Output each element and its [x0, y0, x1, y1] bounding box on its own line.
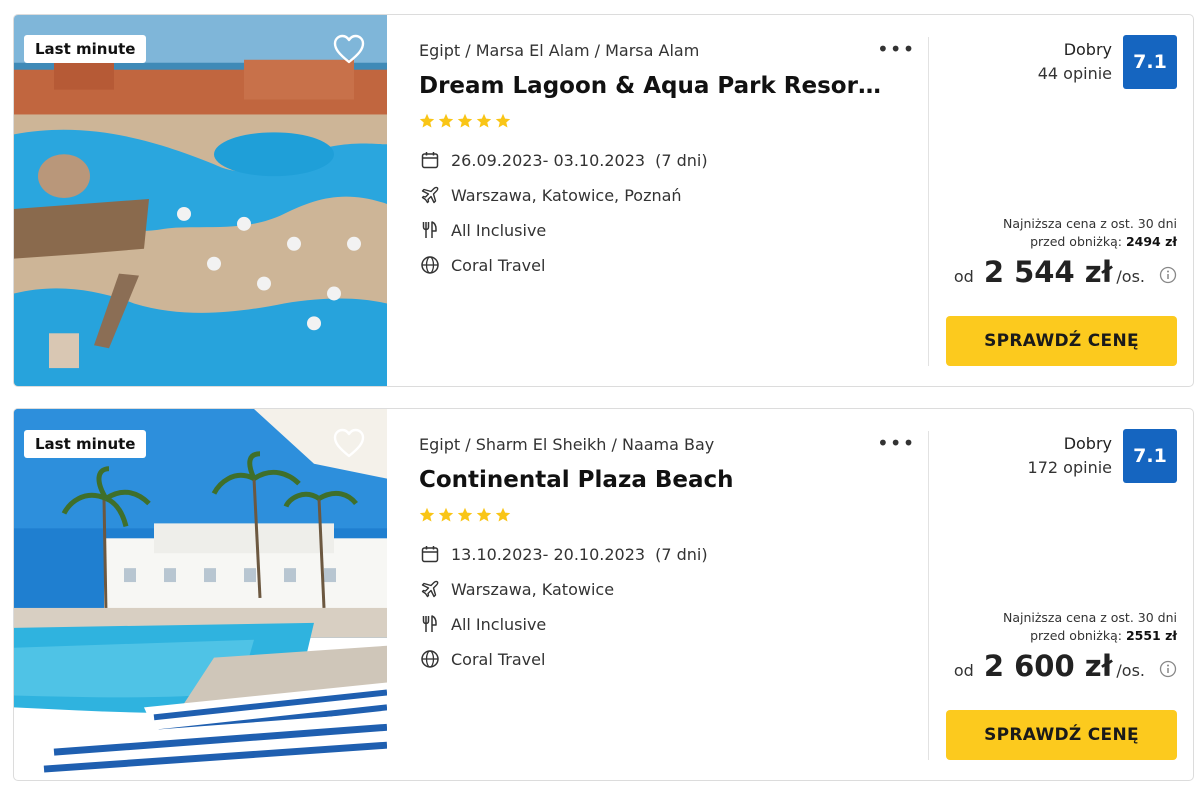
- price-suffix: /os.: [1116, 661, 1145, 680]
- divider: [928, 37, 929, 366]
- star-icon: [438, 507, 454, 522]
- hotel-title[interactable]: Continental Plaza Beach: [419, 467, 889, 493]
- score-badge: 7.1: [1123, 35, 1177, 89]
- board-text: All Inclusive: [451, 614, 547, 634]
- score-badge: 7.1: [1123, 429, 1177, 483]
- departure-cities: Warszawa, Katowice: [419, 578, 614, 600]
- last-minute-badge: Last minute: [24, 35, 147, 63]
- calendar-icon: [419, 543, 441, 565]
- rating-word: Dobry: [1063, 434, 1112, 453]
- lowest-price-value: 2551 zł: [1125, 628, 1177, 643]
- info-circle-icon[interactable]: [1159, 660, 1177, 678]
- star-icon: [419, 113, 435, 128]
- check-price-button[interactable]: SPRAWDŹ CENĘ: [946, 316, 1177, 366]
- price: od 2 600 zł /os.: [954, 649, 1177, 683]
- rating-summary[interactable]: Dobry 44 opinie: [1038, 38, 1112, 86]
- info-circle-icon[interactable]: [1159, 266, 1177, 284]
- star-icon: [476, 507, 492, 522]
- star-icon: [495, 507, 511, 522]
- operator-text: Coral Travel: [451, 255, 546, 275]
- price-prefix: od: [953, 661, 974, 680]
- globe-icon: [419, 648, 441, 670]
- offer-info: Egipt / Sharm El Sheikh / Naama Bay ••• …: [419, 409, 919, 780]
- trip-dates: 26.09.2023- 03.10.2023 (7 dni): [419, 149, 708, 171]
- lowest-price-value: 2494 zł: [1125, 234, 1177, 249]
- lowest-price-line1: Najniższa cena z ost. 30 dni: [1002, 216, 1177, 231]
- plane-icon: [419, 578, 441, 600]
- departure-text: Warszawa, Katowice: [451, 579, 615, 599]
- tour-operator: Coral Travel: [419, 254, 545, 276]
- hotel-photo[interactable]: [14, 409, 387, 780]
- lowest-price-note: Najniższa cena z ost. 30 dni przed obniż…: [1003, 609, 1177, 645]
- rating-word: Dobry: [1063, 40, 1112, 59]
- star-icon: [495, 113, 511, 128]
- star-icon: [457, 507, 473, 522]
- calendar-icon: [419, 149, 441, 171]
- rating-summary[interactable]: Dobry 172 opinie: [1028, 432, 1112, 480]
- breadcrumb[interactable]: Egipt / Sharm El Sheikh / Naama Bay: [419, 435, 714, 454]
- nights-text: (7 dni): [655, 150, 708, 170]
- star-icon: [476, 113, 492, 128]
- price-amount: 2 600 zł: [983, 649, 1113, 683]
- hotel-photo[interactable]: [14, 15, 387, 386]
- plane-icon: [419, 184, 441, 206]
- board-text: All Inclusive: [451, 220, 547, 240]
- star-rating: [419, 507, 511, 523]
- last-minute-badge: Last minute: [24, 430, 147, 458]
- globe-icon: [419, 254, 441, 276]
- offer-card[interactable]: Last minute Egipt / Marsa El Alam / Mars…: [13, 14, 1194, 387]
- lowest-price-prefix: przed obniżką:: [1030, 234, 1122, 249]
- star-icon: [457, 113, 473, 128]
- cutlery-icon: [419, 219, 441, 241]
- trip-dates: 13.10.2023- 20.10.2023 (7 dni): [419, 543, 708, 565]
- hotel-title[interactable]: Dream Lagoon & Aqua Park Resort (…: [419, 73, 889, 99]
- price-prefix: od: [953, 267, 974, 286]
- dates-text: 26.09.2023- 03.10.2023: [451, 150, 646, 170]
- offer-info: Egipt / Marsa El Alam / Marsa Alam ••• D…: [419, 15, 919, 386]
- lowest-price-prefix: przed obniżką:: [1030, 628, 1122, 643]
- price-amount: 2 544 zł: [983, 255, 1113, 289]
- heart-outline-icon[interactable]: [332, 427, 366, 459]
- check-price-button[interactable]: SPRAWDŹ CENĘ: [946, 710, 1177, 760]
- lowest-price-line1: Najniższa cena z ost. 30 dni: [1002, 610, 1177, 625]
- price-suffix: /os.: [1116, 267, 1145, 286]
- star-icon: [438, 113, 454, 128]
- board-type: All Inclusive: [419, 613, 546, 635]
- tour-operator: Coral Travel: [419, 648, 545, 670]
- offer-card[interactable]: Last minute Egipt / Sharm El Sheikh / Na…: [13, 408, 1194, 781]
- star-rating: [419, 113, 511, 129]
- departure-text: Warszawa, Katowice, Poznań: [451, 185, 682, 205]
- divider: [928, 431, 929, 760]
- board-type: All Inclusive: [419, 219, 546, 241]
- breadcrumb[interactable]: Egipt / Marsa El Alam / Marsa Alam: [419, 41, 699, 60]
- more-horizontal-icon[interactable]: •••: [877, 39, 915, 59]
- reviews-count: 172 opinie: [1027, 458, 1112, 477]
- cutlery-icon: [419, 613, 441, 635]
- more-horizontal-icon[interactable]: •••: [877, 433, 915, 453]
- star-icon: [419, 507, 435, 522]
- departure-cities: Warszawa, Katowice, Poznań: [419, 184, 682, 206]
- lowest-price-note: Najniższa cena z ost. 30 dni przed obniż…: [1003, 215, 1177, 251]
- operator-text: Coral Travel: [451, 649, 546, 669]
- reviews-count: 44 opinie: [1037, 64, 1112, 83]
- heart-outline-icon[interactable]: [332, 33, 366, 65]
- price: od 2 544 zł /os.: [954, 255, 1177, 289]
- nights-text: (7 dni): [655, 544, 708, 564]
- dates-text: 13.10.2023- 20.10.2023: [451, 544, 646, 564]
